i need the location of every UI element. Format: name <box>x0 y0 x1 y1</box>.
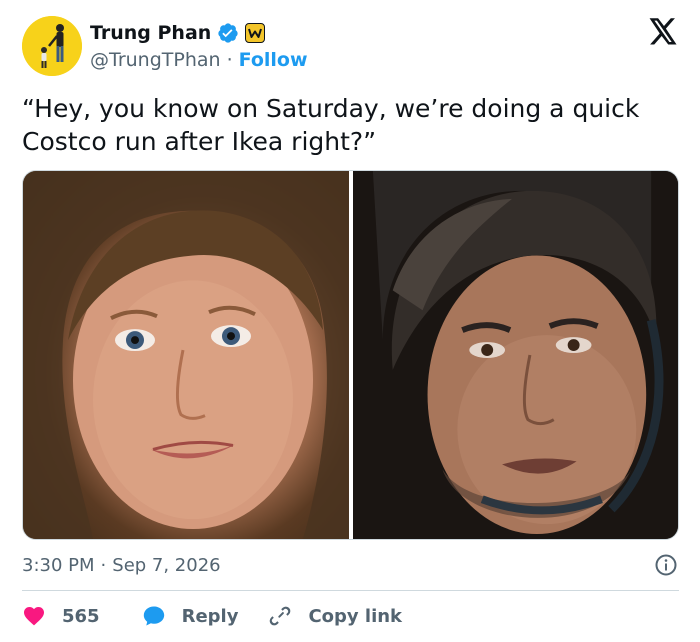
tweet-timestamp[interactable]: 3:30 PM · Sep 7, 2026 <box>22 552 221 578</box>
author-name-row: Trung Phan <box>90 20 266 46</box>
newsletter-badge-icon <box>245 23 266 43</box>
info-icon[interactable] <box>654 553 678 577</box>
copy-link-label: Copy link <box>308 605 403 627</box>
x-logo-icon[interactable] <box>648 18 678 46</box>
timestamp-separator: · <box>100 554 107 576</box>
tweet-text: “Hey, you know on Saturday, we’re doing … <box>22 94 640 156</box>
tweet-media[interactable] <box>22 170 679 540</box>
link-icon <box>270 606 291 626</box>
tweet-date: Sep 7, 2026 <box>112 554 221 576</box>
like-count: 565 <box>62 605 100 627</box>
copy-link-button[interactable]: Copy link <box>268 604 402 628</box>
tweet-actions: 565 Reply Copy link <box>22 602 402 630</box>
tweet-time: 3:30 PM <box>22 554 95 576</box>
reply-bubble-icon <box>143 606 164 626</box>
verified-badge-icon <box>217 22 239 44</box>
photo-woman[interactable] <box>23 171 349 539</box>
like-button[interactable]: 565 <box>22 604 100 628</box>
photo-man[interactable] <box>353 171 678 539</box>
avatar[interactable] <box>22 16 82 76</box>
photo-woman-illustration <box>23 171 349 539</box>
avatar-illustration <box>22 16 82 76</box>
actions-divider <box>22 590 679 591</box>
author-handle-row: @TrungTPhan · Follow <box>90 48 308 72</box>
reply-label: Reply <box>181 605 239 627</box>
author-name[interactable]: Trung Phan <box>90 22 211 44</box>
follow-button[interactable]: Follow <box>239 49 308 71</box>
tweet-card: Trung Phan @TrungTPhan · Follow “Hey, yo… <box>0 0 700 642</box>
heart-icon <box>24 607 44 626</box>
reply-button[interactable]: Reply <box>142 604 239 628</box>
author-handle[interactable]: @TrungTPhan <box>90 49 221 71</box>
separator-dot: · <box>226 49 233 71</box>
photo-man-illustration <box>353 171 678 539</box>
